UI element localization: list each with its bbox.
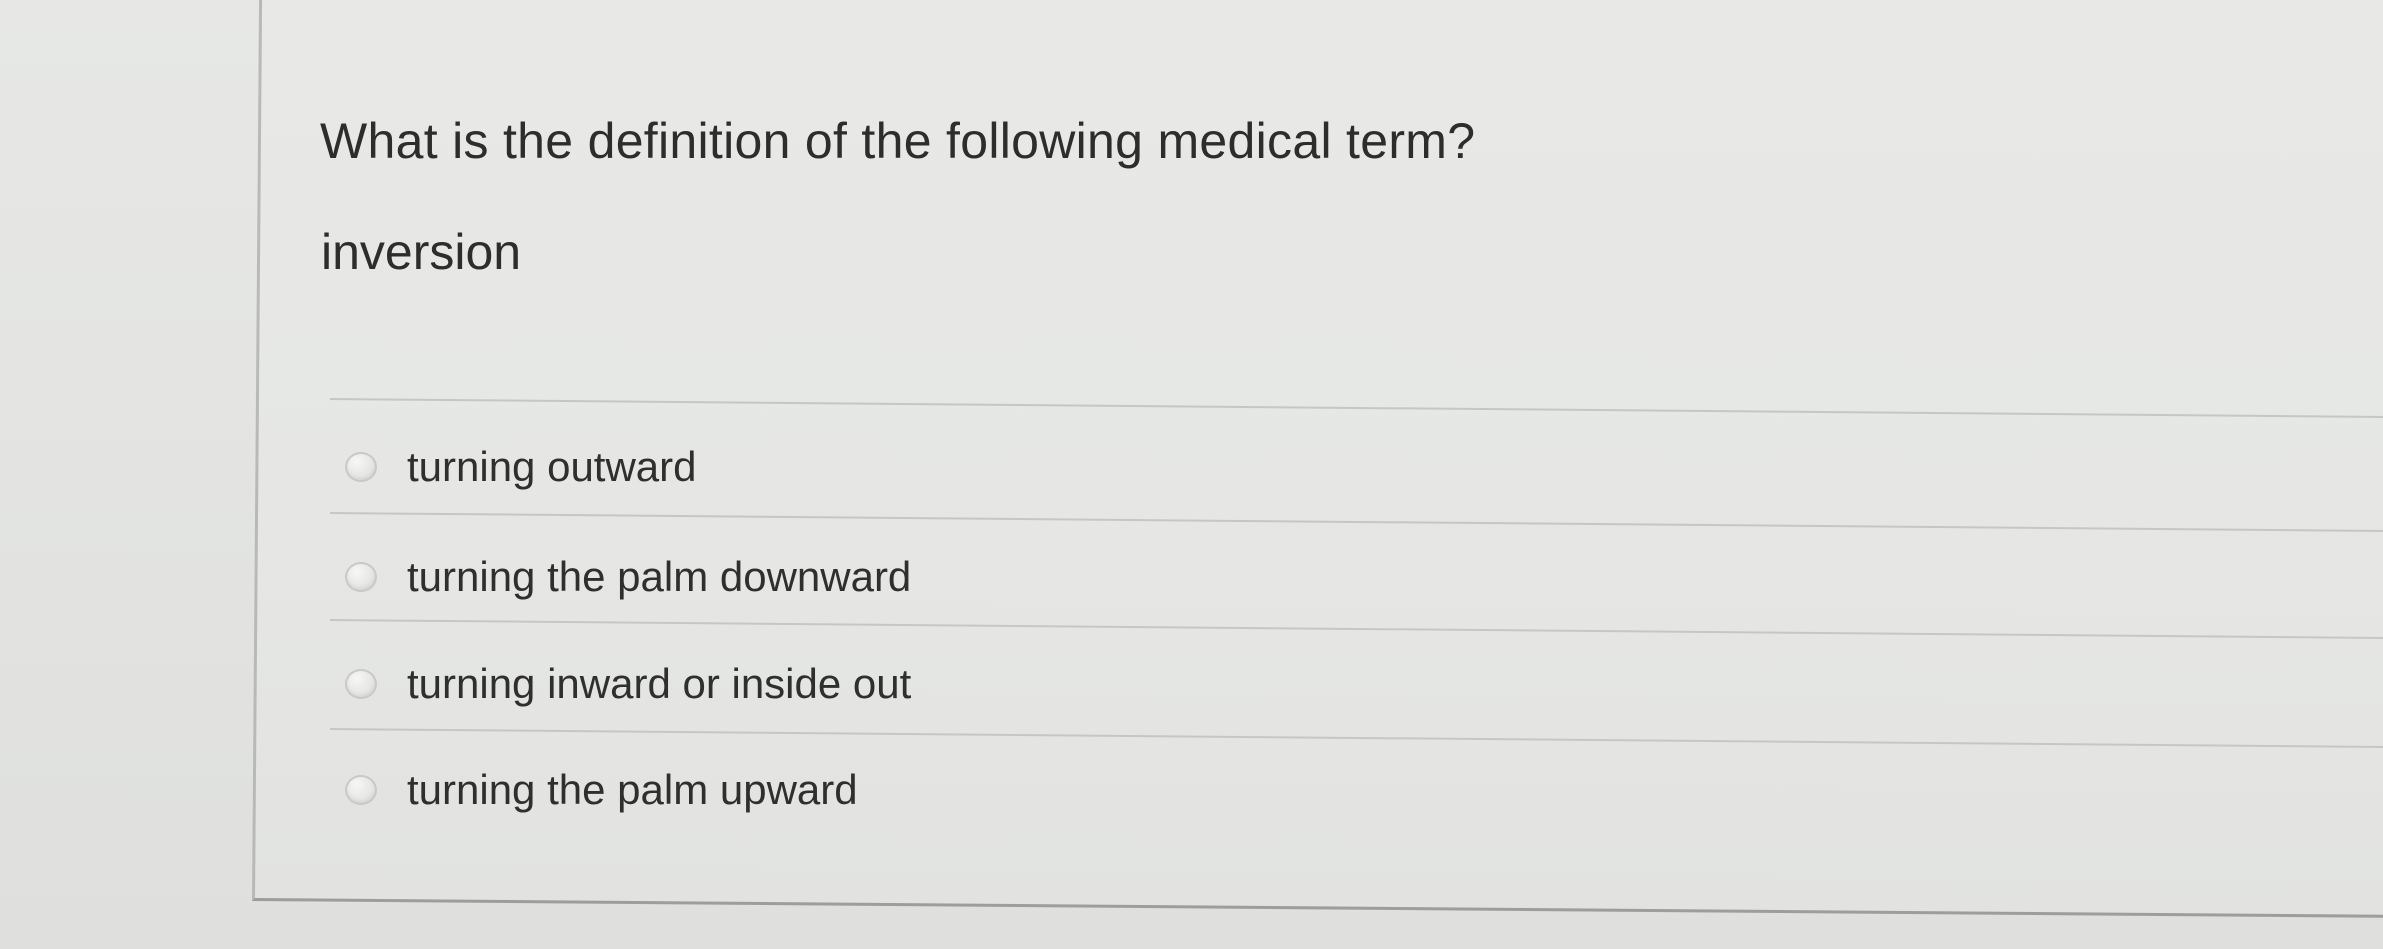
answer-option-label: turning the palm downward [407,553,912,600]
answer-option-1[interactable]: turning outward [345,437,697,497]
question-prompt: What is the definition of the following … [320,113,1476,169]
radio-button-icon[interactable] [345,452,377,482]
answer-option-4[interactable]: turning the palm upward [345,760,858,820]
answer-option-label: turning outward [407,443,697,490]
answer-option-label: turning inward or inside out [407,660,912,707]
answer-option-2[interactable]: turning the palm downward [345,547,911,607]
radio-button-icon[interactable] [345,669,377,699]
answer-option-label: turning the palm upward [407,766,858,813]
medical-term: inversion [321,224,522,280]
screen: What is the definition of the following … [0,0,2383,949]
radio-button-icon[interactable] [345,775,377,805]
answer-option-3[interactable]: turning inward or inside out [345,654,911,714]
radio-button-icon[interactable] [345,562,377,592]
